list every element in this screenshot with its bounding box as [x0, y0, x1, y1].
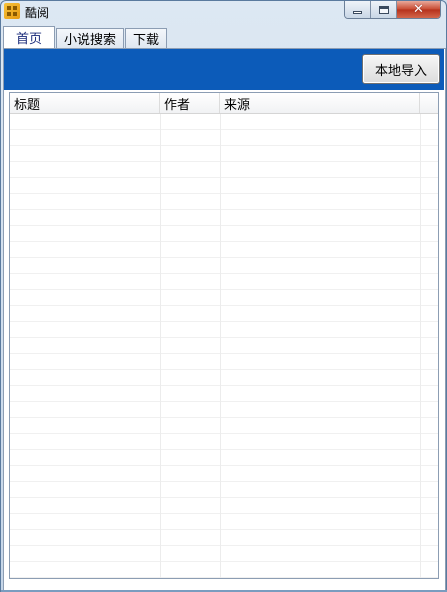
tab-home[interactable]: 首页 [3, 26, 56, 48]
tab-download[interactable]: 下载 [125, 28, 168, 48]
column-header-title[interactable]: 标题 [10, 93, 160, 113]
column-divider [160, 114, 161, 578]
tab-novel-search[interactable]: 小说搜索 [56, 28, 125, 48]
column-divider [420, 114, 421, 578]
column-header-author[interactable]: 作者 [160, 93, 220, 113]
window-title: 酷阅 [25, 6, 50, 20]
table-body[interactable] [10, 114, 438, 578]
minimize-button[interactable] [345, 1, 371, 18]
close-button[interactable]: ✕ [397, 1, 440, 18]
maximize-icon [378, 5, 389, 14]
bottom-margin [4, 579, 444, 590]
column-header-filler [420, 93, 438, 113]
local-import-button[interactable]: 本地导入 [362, 54, 440, 84]
app-window: 酷阅 ✕ 首页 小说搜索 下载 本地导入 标题 作者 来源 [0, 0, 447, 592]
table-header: 标题 作者 来源 [10, 93, 438, 114]
title-bar[interactable]: 酷阅 ✕ [1, 1, 446, 23]
column-header-source[interactable]: 来源 [220, 93, 420, 113]
tab-bar: 首页 小说搜索 下载 [3, 26, 168, 48]
close-icon: ✕ [413, 2, 424, 17]
column-divider [220, 114, 221, 578]
toolbar: 本地导入 [4, 49, 444, 90]
app-logo-icon [4, 3, 20, 19]
book-list-table: 标题 作者 来源 [9, 92, 439, 579]
maximize-button[interactable] [371, 1, 397, 18]
window-controls: ✕ [344, 1, 441, 19]
minimize-icon [353, 11, 362, 14]
